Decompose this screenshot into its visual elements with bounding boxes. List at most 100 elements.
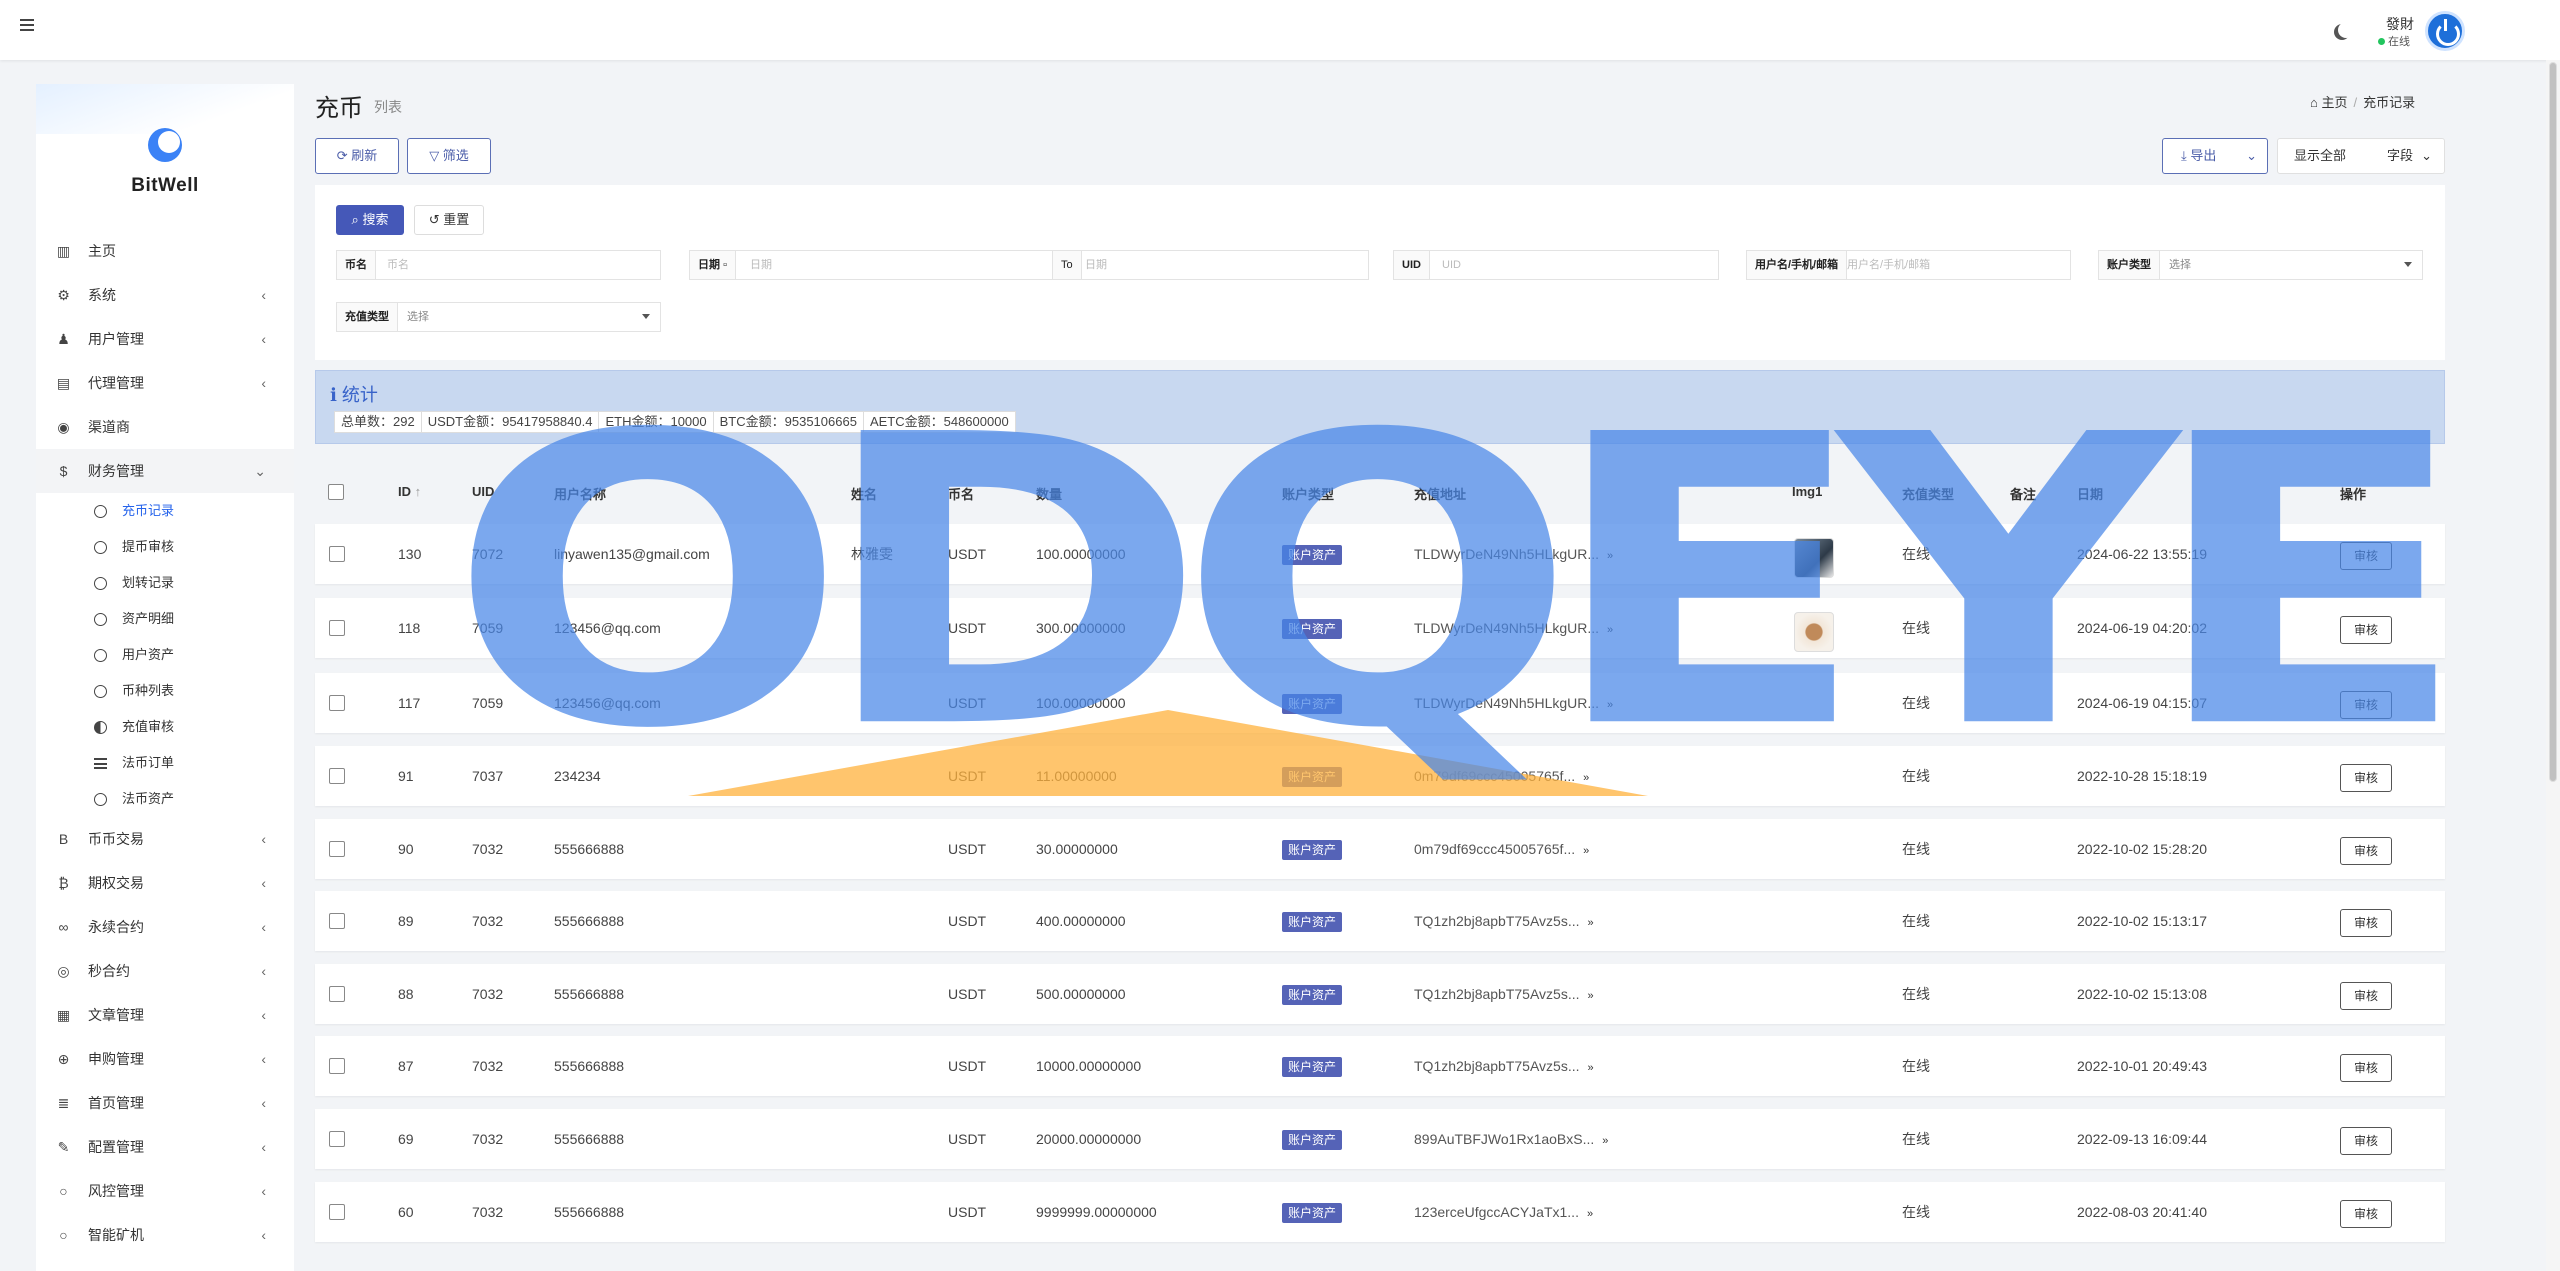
user-filter[interactable]: 用户名/手机/邮箱 用户名/手机/邮箱: [1746, 250, 2071, 280]
sidebar-subitem[interactable]: 用户资产: [36, 637, 294, 673]
audit-button[interactable]: 审核: [2340, 1127, 2392, 1155]
breadcrumb-home[interactable]: 主页: [2321, 95, 2347, 110]
search-button[interactable]: ⌕ 搜索: [336, 205, 404, 235]
sidebar-item-label: 渠道商: [88, 419, 130, 435]
sidebar-item-dollar[interactable]: $ 财务管理 ⌄: [36, 449, 294, 493]
expand-icon[interactable]: »: [1583, 845, 1589, 857]
sidebar-item-wrench[interactable]: ✎ 配置管理 ‹: [36, 1125, 294, 1169]
row-checkbox[interactable]: [329, 913, 345, 929]
sidebar-subitem[interactable]: 资产明细: [36, 601, 294, 637]
sidebar-item-circle[interactable]: ○ 智能矿机 ‹: [36, 1213, 294, 1257]
expand-icon[interactable]: »: [1607, 699, 1613, 711]
scrollbar-thumb[interactable]: [2549, 62, 2557, 782]
sidebar-subitem[interactable]: 提币审核: [36, 529, 294, 565]
sidebar-subitem[interactable]: 法币资产: [36, 781, 294, 817]
avatar[interactable]: [2425, 11, 2465, 51]
sidebar-subitem[interactable]: 划转记录: [36, 565, 294, 601]
row-checkbox[interactable]: [329, 768, 345, 784]
coin-filter[interactable]: 币名 币名: [336, 250, 661, 280]
sidebar-item-label: 用户管理: [88, 331, 144, 347]
col-id[interactable]: ID ↑: [398, 484, 421, 499]
row-checkbox[interactable]: [329, 841, 345, 857]
uid-input[interactable]: UID: [1442, 251, 1461, 279]
sidebar-item-label: 风控管理: [88, 1183, 144, 1199]
audit-button[interactable]: 审核: [2340, 1200, 2392, 1228]
expand-icon[interactable]: »: [1607, 624, 1613, 636]
select-all-checkbox[interactable]: [328, 484, 344, 500]
user-input[interactable]: 用户名/手机/邮箱: [1847, 251, 1930, 279]
row-checkbox[interactable]: [329, 1058, 345, 1074]
sidebar-item-globe[interactable]: ⊕ 申购管理 ‹: [36, 1037, 294, 1081]
sidebar-item-bar-chart[interactable]: ▥ 主页: [36, 229, 294, 273]
sidebar-item-bitcoin[interactable]: ₿ 期权交易 ‹: [36, 861, 294, 905]
expand-icon[interactable]: »: [1588, 917, 1594, 929]
user-name[interactable]: 發財: [2386, 14, 2414, 34]
filter-button[interactable]: ▽ 筛选: [407, 138, 491, 174]
row-checkbox[interactable]: [329, 1131, 345, 1147]
audit-button[interactable]: 审核: [2340, 982, 2392, 1010]
audit-button[interactable]: 审核: [2340, 1054, 2392, 1082]
audit-button[interactable]: 审核: [2340, 542, 2392, 570]
menu-toggle-icon[interactable]: [20, 19, 34, 31]
expand-icon[interactable]: »: [1583, 772, 1589, 784]
dark-mode-icon[interactable]: [2338, 22, 2354, 38]
uid-filter[interactable]: UID UID: [1393, 250, 1719, 280]
row-checkbox[interactable]: [329, 986, 345, 1002]
audit-button[interactable]: 审核: [2340, 909, 2392, 937]
chevron-icon: ‹: [261, 331, 266, 347]
recharge-type-select[interactable]: 充值类型 选择: [336, 302, 661, 332]
reset-button[interactable]: ↺ 重置: [414, 205, 484, 235]
receipt-image-thumbnail[interactable]: [1794, 538, 1834, 578]
sidebar-item-label: 币币交易: [88, 831, 144, 847]
sidebar-item-bitcoin-b[interactable]: B 币币交易 ‹: [36, 817, 294, 861]
account-type-tag: 账户资产: [1282, 545, 1343, 566]
sidebar-subitem-label: 法币订单: [122, 755, 175, 770]
expand-icon[interactable]: »: [1602, 1135, 1608, 1147]
sidebar-item-user-circle[interactable]: ◉ 渠道商: [36, 405, 294, 449]
sidebar-subitem[interactable]: 币种列表: [36, 673, 294, 709]
page-scrollbar[interactable]: [2546, 60, 2560, 1271]
show-fields-group[interactable]: 显示全部 字段 ⌄: [2277, 138, 2445, 174]
export-button[interactable]: ⤓ 导出 ⌄: [2162, 138, 2268, 174]
sidebar-item-newspaper[interactable]: ▦ 文章管理 ‹: [36, 993, 294, 1037]
date-to-input[interactable]: 日期: [1085, 251, 1107, 279]
audit-button[interactable]: 审核: [2340, 691, 2392, 719]
audit-button[interactable]: 审核: [2340, 764, 2392, 792]
expand-icon[interactable]: »: [1588, 1062, 1594, 1074]
sidebar-item-bars[interactable]: ≣ 首页管理 ‹: [36, 1081, 294, 1125]
fields-label[interactable]: 字段: [2387, 139, 2413, 173]
sidebar-item-link[interactable]: ∞ 永续合约 ‹: [36, 905, 294, 949]
sidebar-item-dot-circle[interactable]: ◎ 秒合约 ‹: [36, 949, 294, 993]
expand-icon[interactable]: »: [1607, 550, 1613, 562]
sidebar-item-user-tie[interactable]: ♟ 用户管理 ‹: [36, 317, 294, 361]
cell-account-type: 账户资产: [1282, 819, 1343, 879]
audit-button[interactable]: 审核: [2340, 616, 2392, 644]
stats-usdt: USDT金额：95417958840.4: [422, 412, 600, 432]
chevron-icon: ‹: [261, 963, 266, 979]
account-type-select[interactable]: 账户类型 选择: [2098, 250, 2423, 280]
sidebar-subitem[interactable]: 充值审核: [36, 709, 294, 745]
account-type-value[interactable]: 选择: [2169, 251, 2191, 279]
sidebar-subitem[interactable]: 法币订单: [36, 745, 294, 781]
online-dot-icon: [2378, 38, 2385, 45]
expand-icon[interactable]: »: [1588, 990, 1594, 1002]
date-from-input[interactable]: 日期: [750, 251, 772, 279]
audit-button[interactable]: 审核: [2340, 837, 2392, 865]
receipt-image-thumbnail[interactable]: [1794, 612, 1834, 652]
sidebar-subitem[interactable]: 充币记录: [36, 493, 294, 529]
cell-account-type: 账户资产: [1282, 746, 1343, 806]
row-checkbox[interactable]: [329, 695, 345, 711]
coin-input[interactable]: 币名: [387, 251, 409, 279]
row-checkbox[interactable]: [329, 620, 345, 636]
sidebar-item-gear[interactable]: ⚙ 系统 ‹: [36, 273, 294, 317]
row-checkbox[interactable]: [329, 1204, 345, 1220]
cell-address: TQ1zh2bj8apbT75Avz5s...»: [1414, 1058, 1594, 1074]
sidebar-item-circle[interactable]: ○ 风控管理 ‹: [36, 1169, 294, 1213]
expand-icon[interactable]: »: [1587, 1208, 1593, 1220]
recharge-type-value[interactable]: 选择: [407, 303, 429, 331]
date-filter[interactable]: 日期 ▫ 日期 To 日期: [689, 250, 1369, 280]
sidebar-item-id-card[interactable]: ▤ 代理管理 ‹: [36, 361, 294, 405]
row-checkbox[interactable]: [329, 546, 345, 562]
show-all-label[interactable]: 显示全部: [2294, 139, 2346, 173]
refresh-button[interactable]: ⟳ 刷新: [315, 138, 399, 174]
